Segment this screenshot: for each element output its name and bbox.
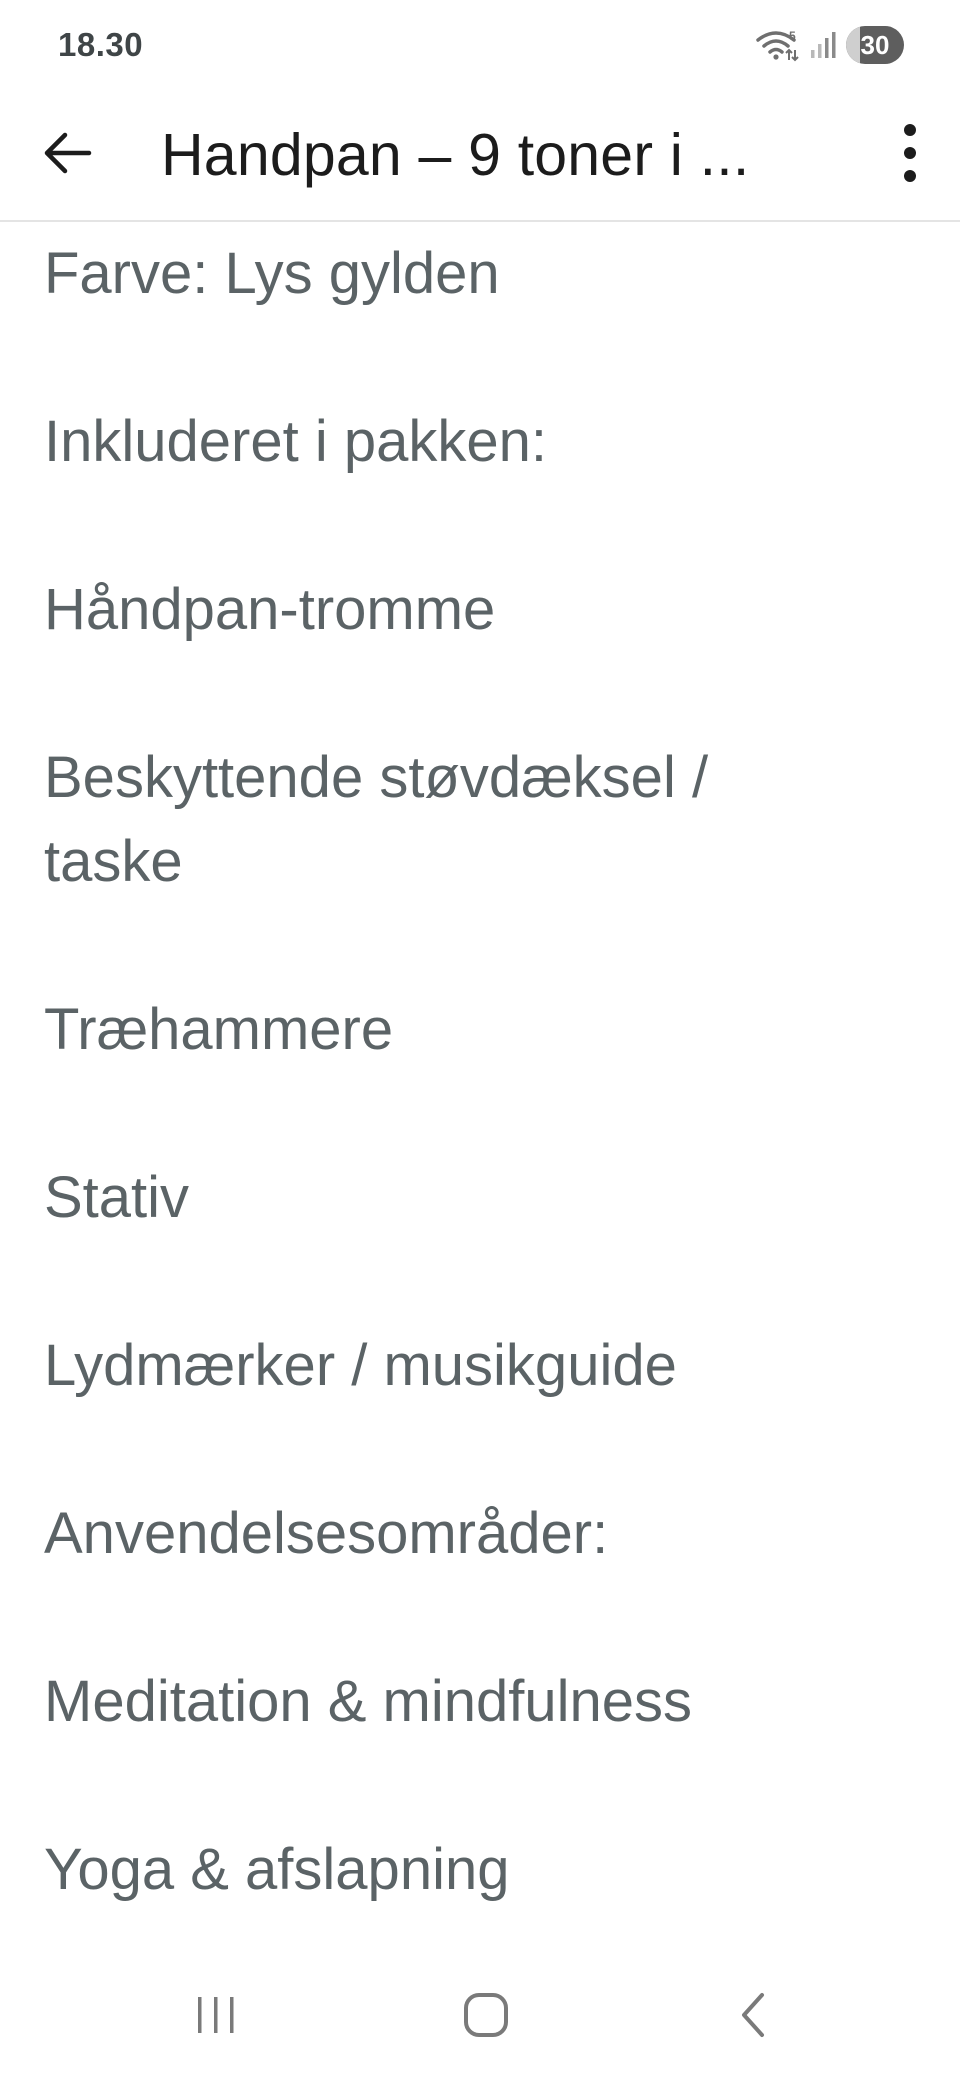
text-line-use-cases-heading: Anvendelsesområder: <box>44 1501 609 1566</box>
page-title: Handpan – 9 toner i ... <box>161 122 750 188</box>
wifi-badge: 5 <box>789 29 796 43</box>
home-button[interactable] <box>446 1982 526 2052</box>
battery-level: 30 <box>860 29 890 60</box>
description-content: Farve: Lys gylden Inkluderet i pakken: H… <box>0 222 960 1952</box>
text-line-included-heading: Inkluderet i pakken: <box>44 409 547 474</box>
home-icon <box>462 1991 510 2044</box>
signal-icon <box>810 30 836 60</box>
nav-back-button[interactable] <box>714 1982 794 2052</box>
app-bar: Handpan – 9 toner i ... <box>0 90 960 222</box>
text-line-handpan-drum: Håndpan-tromme <box>44 577 496 642</box>
arrow-back-icon <box>43 131 93 180</box>
battery-indicator: 30 <box>846 26 904 64</box>
wifi-icon: 5 <box>756 28 800 62</box>
back-button[interactable] <box>30 117 106 193</box>
text-line-yoga: Yoga & afslapning <box>44 1837 510 1902</box>
status-time: 18.30 <box>58 26 144 63</box>
system-navigation-bar <box>0 1952 960 2080</box>
status-bar: 18.30 5 30 <box>0 0 960 90</box>
status-icons: 5 30 <box>756 22 904 68</box>
recents-icon <box>194 1993 238 2042</box>
more-vertical-icon <box>903 123 917 188</box>
text-line-bag: taske <box>44 829 183 894</box>
text-line-meditation: Meditation & mindfulness <box>44 1669 692 1734</box>
text-line-sound-stickers: Lydmærker / musikguide <box>44 1333 677 1398</box>
text-line-mallets: Træhammere <box>44 997 394 1062</box>
chevron-left-icon <box>734 1991 774 2044</box>
text-line-color: Farve: Lys gylden <box>44 241 500 306</box>
more-options-button[interactable] <box>882 115 938 195</box>
recents-button[interactable] <box>176 1982 256 2052</box>
text-line-dust-cover: Beskyttende støvdæksel / <box>44 745 709 810</box>
text-line-stand: Stativ <box>44 1165 190 1230</box>
